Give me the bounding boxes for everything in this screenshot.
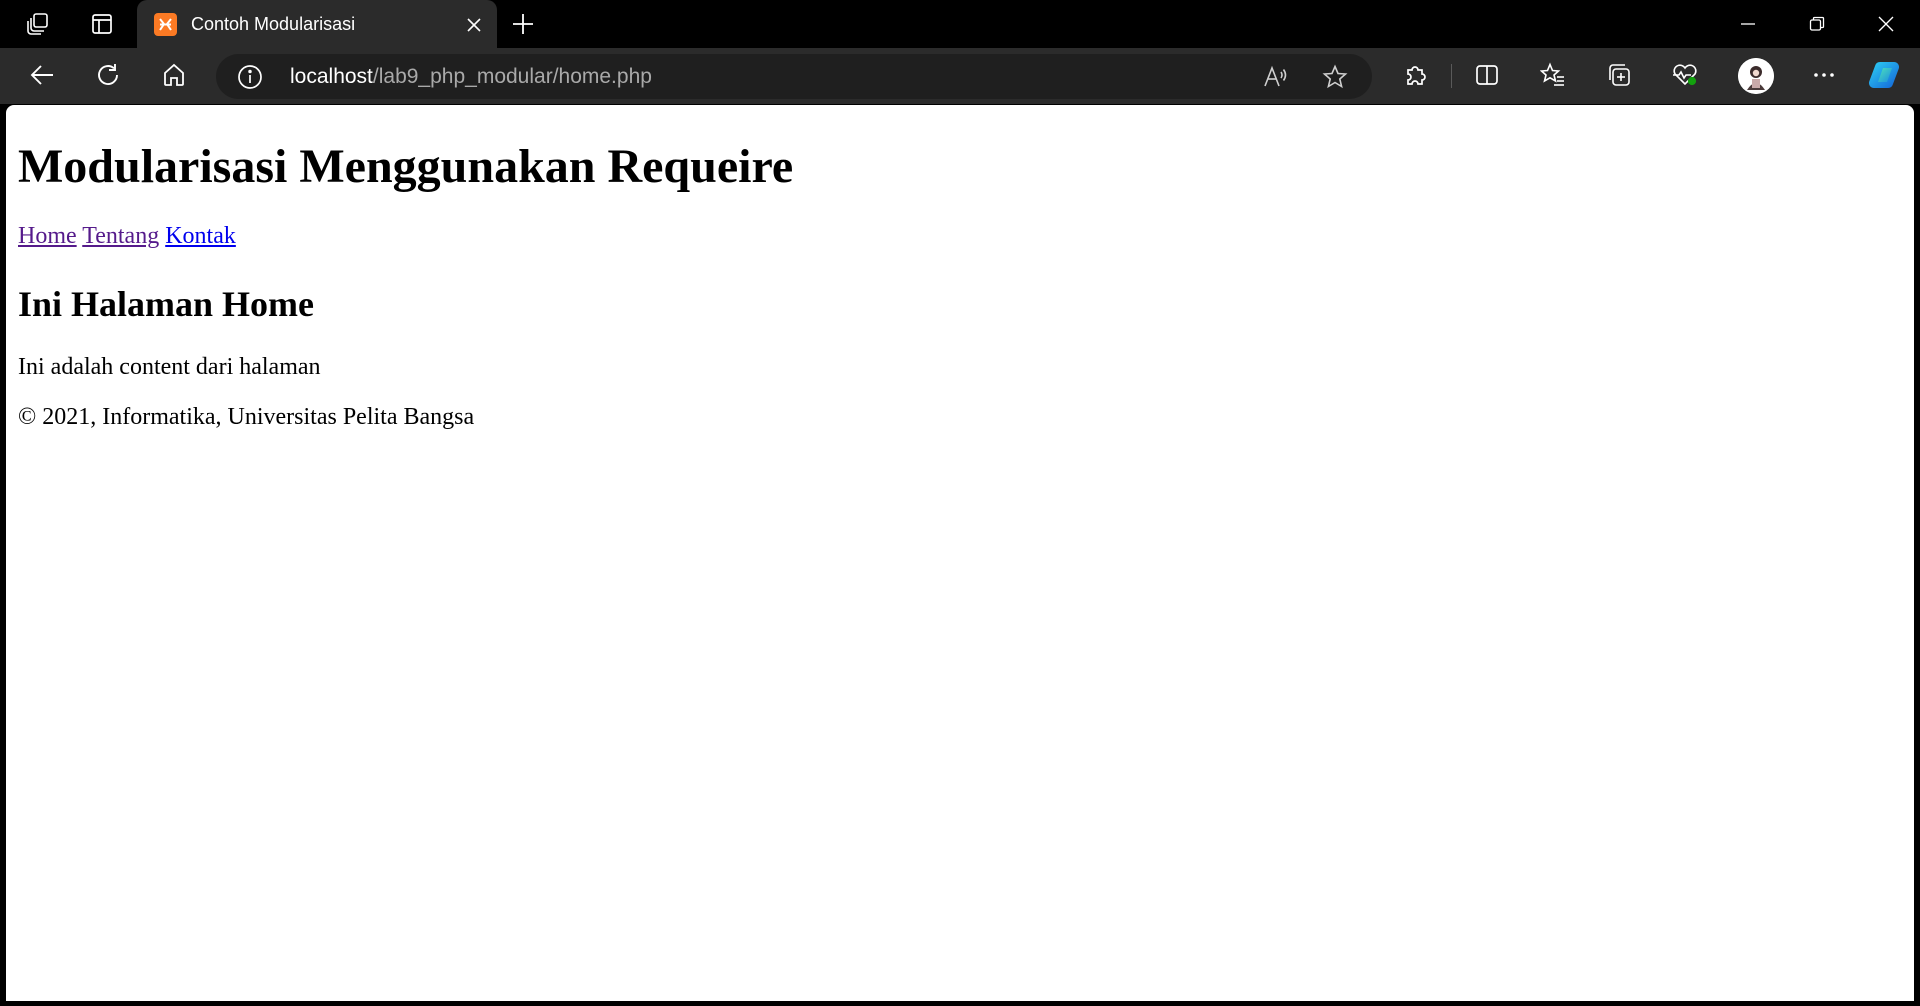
heart-pulse-icon	[1673, 64, 1697, 86]
puzzle-icon	[1407, 66, 1426, 85]
favorites-icon	[1540, 62, 1564, 86]
avatar[interactable]	[1738, 58, 1774, 94]
nav-link-kontak[interactable]: Kontak	[165, 223, 236, 249]
minimize-button[interactable]	[1713, 0, 1783, 48]
workspaces-icon[interactable]	[6, 0, 70, 48]
collections-icon	[1609, 64, 1630, 86]
more-button[interactable]	[1800, 54, 1848, 96]
star-icon[interactable]	[1320, 62, 1350, 92]
close-window-button[interactable]	[1851, 0, 1920, 48]
extensions-button[interactable]	[1392, 54, 1440, 96]
new-tab-button[interactable]	[502, 6, 544, 42]
toolbar-separator	[1451, 64, 1452, 88]
profile-picture-icon	[1738, 58, 1774, 94]
collections-button[interactable]	[1595, 54, 1643, 96]
page-content: Ini adalah content dari halaman	[18, 354, 321, 380]
nav-link-home[interactable]: Home	[18, 223, 77, 249]
back-arrow-icon	[30, 65, 53, 85]
minimize-icon	[1741, 23, 1755, 25]
home-icon	[164, 63, 184, 86]
info-icon[interactable]	[236, 63, 264, 91]
active-tab[interactable]: Contoh Modularisasi	[137, 0, 497, 48]
nav-link-tentang[interactable]: Tentang	[82, 223, 159, 249]
refresh-icon	[98, 64, 118, 85]
refresh-button[interactable]	[84, 54, 132, 96]
url-text[interactable]: localhost/lab9_php_modular/home.php	[290, 65, 652, 89]
ellipsis-icon	[1814, 73, 1834, 77]
url-path: /lab9_php_modular/home.php	[372, 65, 652, 88]
restore-button[interactable]	[1782, 0, 1852, 48]
title-bar: Contoh Modularisasi	[0, 0, 1920, 48]
page-viewport: Modularisasi Menggunakan Requeire Home T…	[6, 105, 1914, 1001]
split-screen-button[interactable]	[1463, 54, 1511, 96]
page-nav: Home Tentang Kontak	[18, 222, 236, 250]
url-host: localhost	[290, 65, 373, 88]
address-bar[interactable]: localhost/lab9_php_modular/home.php	[216, 54, 1372, 99]
split-screen-icon	[1476, 65, 1498, 85]
restore-icon	[1809, 16, 1825, 31]
page-heading: Modularisasi Menggunakan Requeire	[18, 140, 794, 193]
tab-close-icon[interactable]	[461, 12, 487, 38]
tab-title: Contoh Modularisasi	[191, 14, 356, 34]
copilot-button[interactable]	[1862, 54, 1910, 96]
read-aloud-icon[interactable]	[1260, 62, 1290, 92]
home-button[interactable]	[150, 54, 198, 96]
section-heading: Ini Halaman Home	[18, 284, 315, 324]
favorites-button[interactable]	[1529, 54, 1577, 96]
navigation-toolbar: localhost/lab9_php_modular/home.php	[0, 48, 1920, 104]
plus-icon	[513, 14, 533, 34]
copilot-icon	[1868, 61, 1900, 89]
vertical-tabs-icon[interactable]	[70, 0, 134, 48]
back-button[interactable]	[18, 54, 66, 96]
close-icon	[1878, 16, 1894, 32]
performance-button[interactable]	[1661, 54, 1709, 96]
page-footer: © 2021, Informatika, Universitas Pelita …	[18, 404, 475, 430]
xampp-icon	[154, 13, 177, 36]
